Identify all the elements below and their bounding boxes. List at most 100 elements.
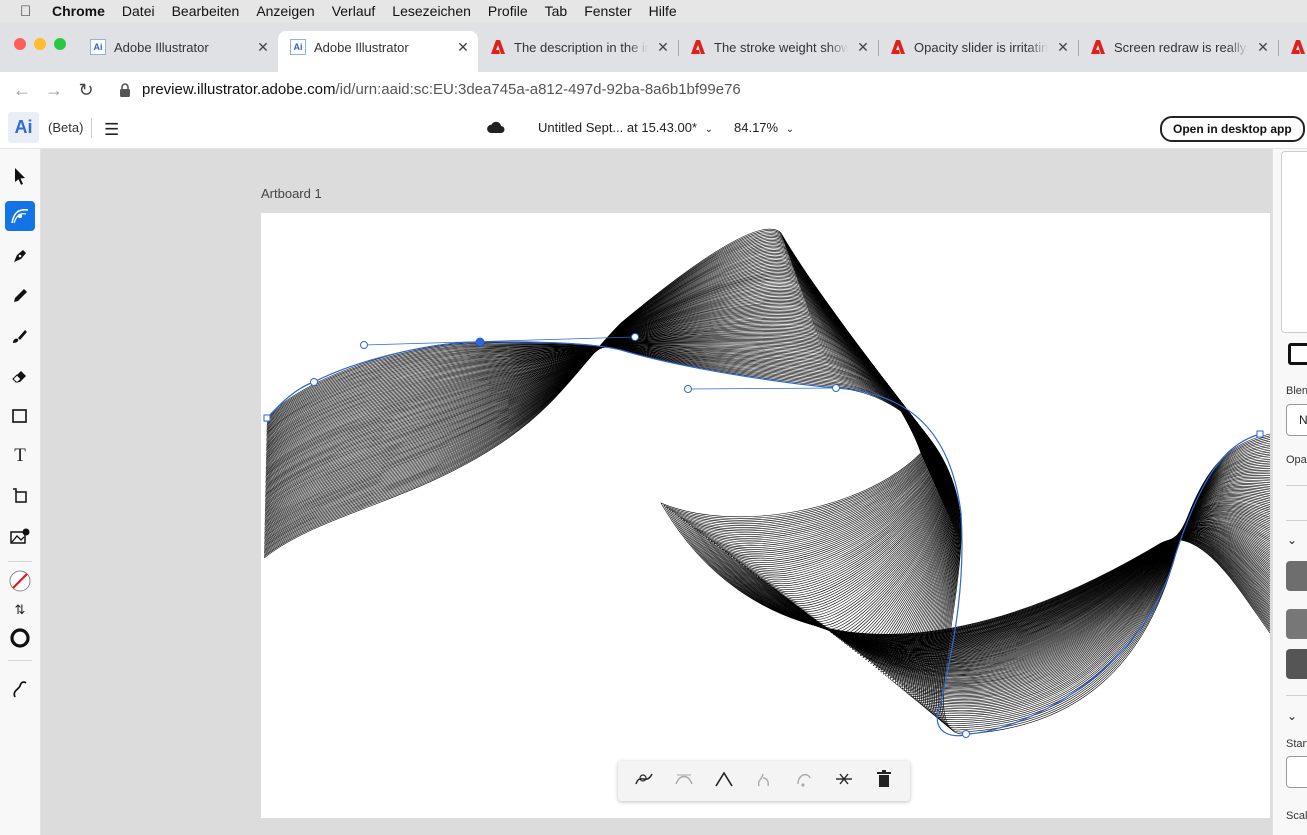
anchor-add-icon[interactable] xyxy=(744,770,784,792)
hamburger-menu-icon[interactable]: ☰ xyxy=(104,120,119,140)
address-bar: ← → ↻ preview.illustrator.adobe.com/id/u… xyxy=(0,72,1307,109)
eraser-tool-icon[interactable] xyxy=(5,361,35,391)
adobe-icon xyxy=(691,40,705,54)
tab-opacity-slider[interactable]: Opacity slider is irritatin ✕ xyxy=(890,36,1070,58)
adobe-icon xyxy=(1091,40,1105,54)
menu-tab[interactable]: Tab xyxy=(545,3,568,19)
illustrator-icon: Ai xyxy=(90,39,106,55)
start-label: Start xyxy=(1286,738,1307,750)
paintbrush-tool-icon[interactable] xyxy=(5,321,35,351)
blend-lines xyxy=(263,228,1270,735)
tab-screen-redraw[interactable]: Screen redraw is really v ✕ xyxy=(1090,36,1270,58)
beta-label: (Beta) xyxy=(48,120,84,135)
tab-separator xyxy=(1278,40,1279,56)
menu-fenster[interactable]: Fenster xyxy=(584,3,631,19)
illustrator-logo[interactable]: Ai xyxy=(8,112,39,143)
menu-bearbeiten[interactable]: Bearbeiten xyxy=(172,3,240,19)
panel-action-button[interactable] xyxy=(1286,561,1307,591)
panel-action-button[interactable] xyxy=(1286,649,1307,679)
pen-tool-icon[interactable] xyxy=(5,241,35,271)
tab-title: The stroke weight show xyxy=(714,39,848,55)
macos-menubar:  Chrome Datei Bearbeiten Anzeigen Verla… xyxy=(0,0,1307,22)
minimize-window-button[interactable] xyxy=(34,38,46,50)
panel-action-button[interactable] xyxy=(1286,609,1307,639)
close-icon[interactable]: ✕ xyxy=(1256,39,1270,56)
url-path: /id/urn:aaid:sc:EU:3dea745a-a812-497d-92… xyxy=(335,81,741,98)
menu-datei[interactable]: Datei xyxy=(122,3,155,19)
zoom-window-button[interactable] xyxy=(54,38,66,50)
close-window-button[interactable] xyxy=(14,38,26,50)
artboard-label[interactable]: Artboard 1 xyxy=(261,186,322,201)
close-icon[interactable]: ✕ xyxy=(456,39,470,56)
close-icon[interactable]: ✕ xyxy=(1056,39,1070,56)
start-field[interactable] xyxy=(1286,756,1307,788)
tab-title: Screen redraw is really v xyxy=(1114,39,1248,55)
close-icon[interactable]: ✕ xyxy=(256,39,270,56)
tab-stroke-weight[interactable]: The stroke weight show ✕ xyxy=(690,36,870,58)
path-tool-icon[interactable] xyxy=(5,674,35,704)
adobe-icon xyxy=(1291,40,1305,54)
blend-mode-select[interactable]: N xyxy=(1286,404,1307,436)
tab-title: Adobe Illustrator xyxy=(114,39,209,55)
swap-fill-stroke-icon[interactable]: ⇅ xyxy=(5,595,35,625)
blend-mode-label: Blen xyxy=(1286,385,1307,397)
open-in-desktop-button[interactable]: Open in desktop app xyxy=(1160,116,1305,142)
tab-adobe-illustrator-2[interactable]: Ai Adobe Illustrator ✕ xyxy=(290,36,470,58)
opacity-label: Opac xyxy=(1286,454,1307,466)
anchor-points xyxy=(263,333,1264,738)
anchor-convert-icon[interactable] xyxy=(784,770,824,792)
panel-divider xyxy=(1286,520,1307,521)
panel-divider xyxy=(1286,485,1307,486)
apple-icon[interactable]:  xyxy=(20,3,36,20)
type-tool-icon[interactable]: T xyxy=(5,441,35,471)
replace-spine-icon[interactable] xyxy=(624,770,664,792)
tab-overflow[interactable] xyxy=(1290,36,1307,58)
blend-tool-icon[interactable] xyxy=(5,201,35,231)
tools-panel: T ⇅ xyxy=(0,149,41,835)
stroke-swatch-icon[interactable] xyxy=(5,623,35,653)
trash-icon[interactable] xyxy=(864,770,904,792)
url-field[interactable]: preview.illustrator.adobe.com/id/urn:aai… xyxy=(142,81,741,98)
chevron-down-icon: ⌄ xyxy=(704,124,714,135)
lock-icon[interactable] xyxy=(119,83,131,97)
url-host: preview.illustrator.adobe.com xyxy=(142,81,336,98)
menu-hilfe[interactable]: Hilfe xyxy=(649,3,677,19)
document-title-dropdown[interactable]: Untitled Sept... at 15.43.00* ⌄ xyxy=(538,120,713,135)
tab-title: The description in the in xyxy=(514,39,648,55)
cloud-icon[interactable] xyxy=(486,121,505,134)
menu-chrome[interactable]: Chrome xyxy=(52,3,105,19)
toolbar-divider xyxy=(8,561,32,562)
zoom-dropdown[interactable]: 84.17% ⌄ xyxy=(734,120,794,135)
forward-arrow-icon[interactable]: → xyxy=(42,78,66,102)
tab-description[interactable]: The description in the in ✕ xyxy=(490,36,670,58)
cut-path-icon[interactable] xyxy=(824,770,864,792)
smooth-point-icon[interactable] xyxy=(664,770,704,792)
reload-icon[interactable]: ↻ xyxy=(74,78,98,102)
app-header: Ai (Beta) ☰ Untitled Sept... at 15.43.00… xyxy=(0,108,1307,149)
rectangle-tool-icon[interactable] xyxy=(5,401,35,431)
close-icon[interactable]: ✕ xyxy=(856,39,870,56)
menu-lesezeichen[interactable]: Lesezeichen xyxy=(392,3,471,19)
menu-profile[interactable]: Profile xyxy=(488,3,528,19)
scale-label: Scale xyxy=(1286,810,1307,822)
menu-anzeigen[interactable]: Anzeigen xyxy=(256,3,314,19)
pencil-tool-icon[interactable] xyxy=(5,281,35,311)
transform-tool-icon[interactable] xyxy=(5,481,35,511)
stroke-swatch-icon[interactable] xyxy=(1288,343,1307,365)
chevron-down-icon[interactable]: ⌄ xyxy=(1287,533,1297,547)
blend-artwork[interactable] xyxy=(261,213,1270,818)
adobe-icon xyxy=(491,40,505,54)
image-trace-icon[interactable] xyxy=(5,521,35,551)
menu-verlauf[interactable]: Verlauf xyxy=(332,3,376,19)
tab-separator xyxy=(1078,40,1079,56)
fill-none-swatch-icon[interactable] xyxy=(5,566,35,596)
close-icon[interactable]: ✕ xyxy=(656,39,670,56)
panel-divider xyxy=(1286,695,1307,696)
blend-mode-value: N xyxy=(1299,413,1307,427)
panel-tooltip-card xyxy=(1281,151,1307,333)
selection-tool-icon[interactable] xyxy=(5,161,35,191)
tab-adobe-illustrator-1[interactable]: Ai Adobe Illustrator ✕ xyxy=(90,36,270,58)
back-arrow-icon[interactable]: ← xyxy=(10,78,34,102)
corner-point-icon[interactable] xyxy=(704,770,744,792)
chevron-down-icon[interactable]: ⌄ xyxy=(1287,709,1297,723)
